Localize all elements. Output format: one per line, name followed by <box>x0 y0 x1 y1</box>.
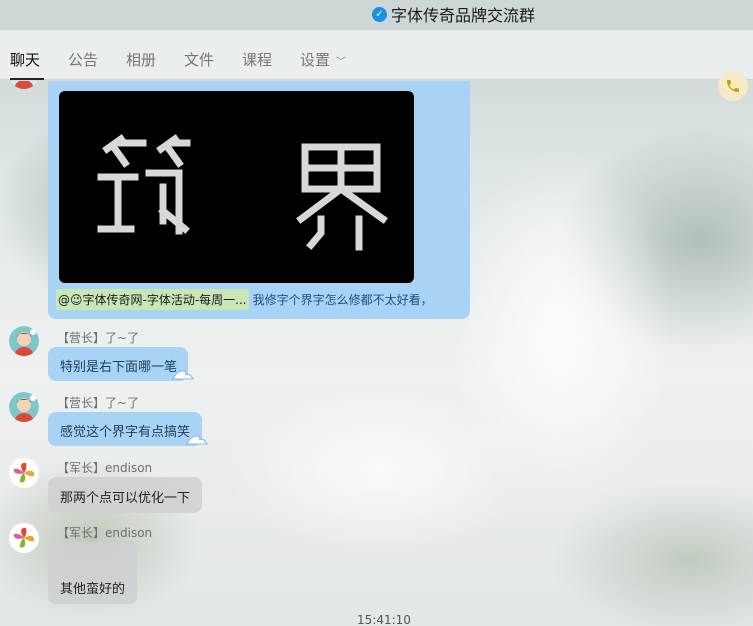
sender-label: 【军长】endison <box>57 459 152 476</box>
sender-role: 【营长】 <box>57 396 106 410</box>
sender-name[interactable]: 了~了 <box>105 396 139 410</box>
tab-bar: 聊天 公告 相册 文件 课程 设置 ﹀ <box>0 30 753 101</box>
cartoon-avatar-icon <box>9 326 39 356</box>
message-bubble[interactable]: 感觉这个界字有点搞笑 <box>48 412 202 446</box>
message-text: 其他蛮好的 <box>60 582 126 597</box>
group-title-text: 字体传奇品牌交流群 <box>391 6 536 25</box>
message-text: 特别是右下面哪一笔 <box>60 360 178 375</box>
mention-line: @😉字体传奇网-字体活动-每周一... 我修字个界字怎么修都不太好看， <box>56 289 433 310</box>
message-text: 那两个点可以优化一下 <box>60 491 191 506</box>
chevron-down-icon: ﹀ <box>336 57 347 68</box>
message-bubble[interactable]: 其他蛮好的 <box>48 542 137 604</box>
tab-settings[interactable]: 设置 ﹀ <box>300 49 346 70</box>
sender-name[interactable]: endison <box>105 461 152 475</box>
message-text: 感觉这个界字有点搞笑 <box>60 425 191 440</box>
bubble-wave-decoration-icon <box>172 370 194 380</box>
tab-chat[interactable]: 聊天 <box>10 49 40 70</box>
tab-announcements[interactable]: 公告 <box>68 49 98 70</box>
bubble-wave-decoration-icon <box>186 435 208 445</box>
avatar[interactable] <box>9 81 39 89</box>
message-timestamp: 15:41:10 <box>357 613 411 626</box>
shared-image[interactable] <box>59 91 414 283</box>
tab-courses[interactable]: 课程 <box>242 49 272 70</box>
pinwheel-logo-icon <box>9 523 39 553</box>
image-message-bubble[interactable]: @😉字体传奇网-字体活动-每周一... 我修字个界字怎么修都不太好看， <box>48 81 470 319</box>
pinwheel-logo-icon <box>9 458 39 488</box>
sender-label: 【军长】endison <box>57 524 152 541</box>
sender-role: 【营长】 <box>57 331 106 345</box>
avatar[interactable] <box>9 458 39 488</box>
title-bar: ✓ 字体传奇品牌交流群 <box>0 0 753 30</box>
message-bubble[interactable]: 特别是右下面哪一笔 <box>48 347 188 381</box>
avatar[interactable] <box>9 326 39 356</box>
avatar[interactable] <box>9 523 39 553</box>
mention-tag[interactable]: @😉字体传奇网-字体活动-每周一... <box>56 289 249 310</box>
sender-name[interactable]: 了~了 <box>105 331 139 345</box>
active-tab-indicator <box>10 78 44 80</box>
message-text: 我修字个界字怎么修都不太好看， <box>252 293 433 307</box>
sender-label: 【营长】了~了 <box>57 329 139 346</box>
message-bubble[interactable]: 那两个点可以优化一下 <box>48 477 202 513</box>
sender-role: 【军长】 <box>57 526 106 540</box>
user-avatar-icon <box>10 81 38 89</box>
tab-album[interactable]: 相册 <box>126 49 156 70</box>
avatar[interactable] <box>9 392 39 422</box>
cartoon-avatar-icon <box>9 392 39 422</box>
glyph-image <box>97 134 388 251</box>
verified-check-icon: ✓ <box>372 6 387 22</box>
sender-name[interactable]: endison <box>105 526 152 540</box>
sender-label: 【营长】了~了 <box>57 394 139 411</box>
group-title: ✓ 字体传奇品牌交流群 <box>372 3 535 25</box>
sender-role: 【军长】 <box>57 461 106 475</box>
tab-settings-label: 设置 <box>300 51 331 69</box>
tab-files[interactable]: 文件 <box>184 49 214 70</box>
chat-message-list[interactable]: @😉字体传奇网-字体活动-每周一... 我修字个界字怎么修都不太好看， 【营长】… <box>0 81 753 626</box>
